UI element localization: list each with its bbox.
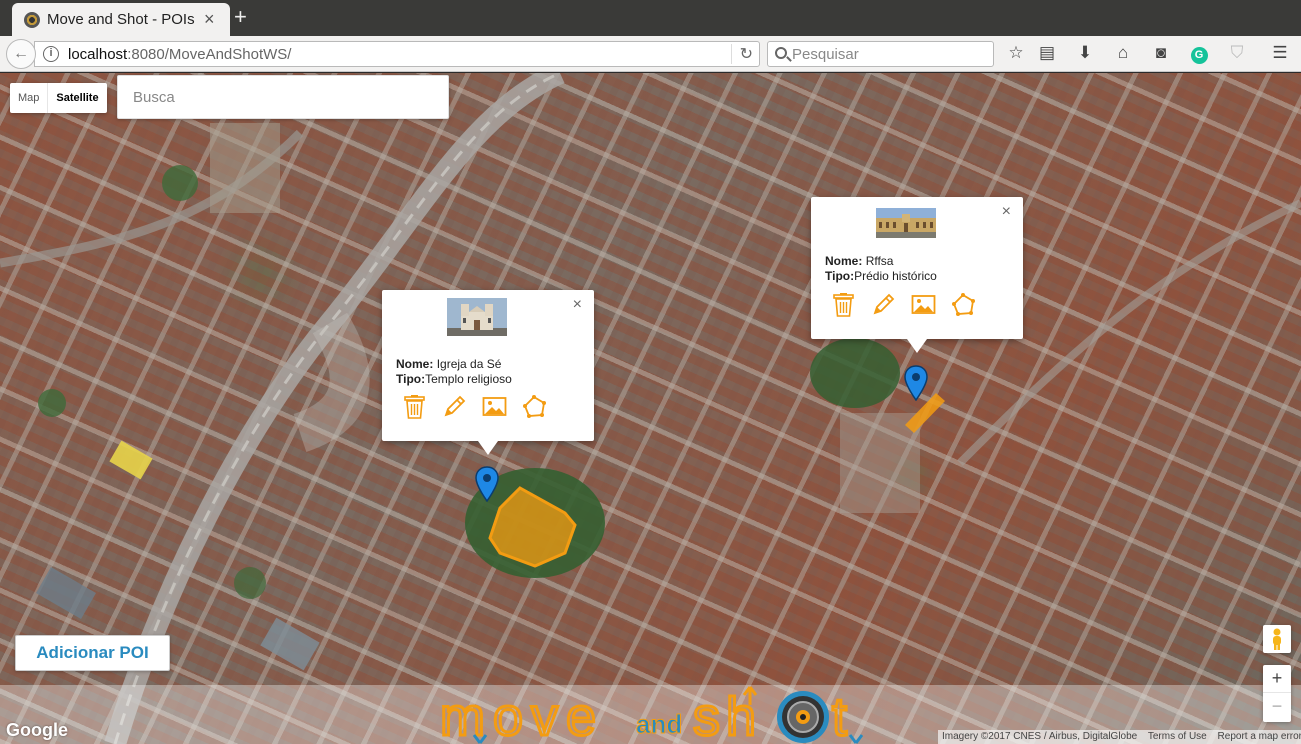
browser-tab-bar: Move and Shot - POIs × + bbox=[0, 0, 1301, 36]
pencil-icon[interactable] bbox=[442, 394, 467, 419]
url-text: localhost:8080/MoveAndShotWS/ bbox=[68, 46, 292, 63]
map-roads bbox=[0, 73, 1301, 744]
logo-word-sh: sh bbox=[693, 687, 762, 744]
poi-name: Nome: Igreja da Sé bbox=[396, 357, 502, 371]
search-icon bbox=[775, 47, 787, 59]
street-view-pegman-icon[interactable] bbox=[1263, 625, 1291, 653]
browser-tab[interactable]: Move and Shot - POIs × bbox=[12, 3, 230, 36]
grammarly-icon[interactable]: G bbox=[1188, 42, 1210, 64]
logo-word-and: and bbox=[636, 709, 682, 739]
bookmark-star-icon[interactable]: ☆ bbox=[1005, 42, 1027, 64]
map-attribution: Imagery ©2017 CNES / Airbus, DigitalGlob… bbox=[938, 730, 1301, 744]
poi-type: Tipo:Prédio histórico bbox=[825, 269, 937, 283]
pocket-icon[interactable]: ◙ bbox=[1150, 42, 1172, 64]
shield-icon[interactable]: ⛉ bbox=[1226, 42, 1248, 64]
menu-icon[interactable]: ☰ bbox=[1269, 42, 1291, 64]
new-tab-button[interactable]: + bbox=[234, 4, 247, 30]
map-search-input[interactable]: Busca bbox=[117, 75, 449, 119]
favicon-icon bbox=[24, 12, 40, 28]
browser-nav-bar: i localhost:8080/MoveAndShotWS/ ↻ ← Pesq… bbox=[0, 36, 1301, 72]
map-type-satellite-button[interactable]: Satellite bbox=[47, 83, 106, 113]
marker-pin-icon[interactable] bbox=[475, 466, 499, 502]
image-icon[interactable] bbox=[482, 394, 507, 419]
trash-icon[interactable] bbox=[831, 292, 856, 317]
poi-info-window: × Nome: Rffsa Tipo:Prédio histórico bbox=[811, 197, 1023, 353]
poi-actions bbox=[831, 292, 976, 317]
zoom-control: + − bbox=[1263, 665, 1291, 722]
map-type-control: Map Satellite bbox=[10, 83, 107, 113]
close-icon[interactable]: × bbox=[573, 296, 582, 314]
attribution-text: Imagery ©2017 CNES / Airbus, DigitalGlob… bbox=[942, 731, 1138, 742]
poi-info-window: × Nome: Igreja da Sé Tipo:Templo religio… bbox=[382, 290, 594, 455]
url-bar[interactable]: i localhost:8080/MoveAndShotWS/ ↻ bbox=[34, 41, 760, 67]
zoom-in-button[interactable]: + bbox=[1263, 665, 1291, 693]
add-poi-button[interactable]: Adicionar POI bbox=[15, 635, 170, 671]
poi-type: Tipo:Templo religioso bbox=[396, 372, 512, 386]
google-logo[interactable]: Google bbox=[6, 720, 68, 741]
close-icon[interactable]: × bbox=[1002, 203, 1011, 221]
map-type-map-button[interactable]: Map bbox=[10, 83, 47, 113]
pencil-icon[interactable] bbox=[871, 292, 896, 317]
polygon-icon[interactable] bbox=[522, 394, 547, 419]
terms-link[interactable]: Terms of Use bbox=[1148, 731, 1207, 742]
close-tab-icon[interactable]: × bbox=[204, 9, 215, 30]
satellite-map[interactable]: Map Satellite Busca × Nome: Igreja da Sé… bbox=[0, 73, 1301, 744]
browser-search-placeholder: Pesquisar bbox=[792, 46, 859, 63]
move-and-shot-logo: move and sh t bbox=[439, 686, 863, 744]
download-icon[interactable]: ⬇ bbox=[1074, 42, 1096, 64]
poi-photo[interactable] bbox=[447, 298, 507, 336]
polygon-icon[interactable] bbox=[951, 292, 976, 317]
poi-name: Nome: Rffsa bbox=[825, 254, 894, 268]
map-search-placeholder: Busca bbox=[133, 89, 175, 106]
reload-icon[interactable]: ↻ bbox=[730, 44, 753, 64]
home-icon[interactable]: ⌂ bbox=[1112, 42, 1134, 64]
logo-word-move: move bbox=[440, 687, 604, 744]
image-icon[interactable] bbox=[911, 292, 936, 317]
report-error-link[interactable]: Report a map error bbox=[1218, 731, 1301, 742]
trash-icon[interactable] bbox=[402, 394, 427, 419]
info-icon[interactable]: i bbox=[43, 46, 59, 62]
browser-search-input[interactable]: Pesquisar bbox=[767, 41, 994, 67]
poi-photo[interactable] bbox=[876, 204, 936, 242]
logo-word-t: t bbox=[832, 687, 847, 744]
zoom-out-button[interactable]: − bbox=[1263, 693, 1291, 721]
back-button[interactable]: ← bbox=[6, 39, 36, 69]
tab-title: Move and Shot - POIs bbox=[47, 11, 195, 28]
marker-pin-icon[interactable] bbox=[904, 365, 928, 401]
poi-actions bbox=[402, 394, 547, 419]
reading-list-icon[interactable]: ▤ bbox=[1036, 42, 1058, 64]
